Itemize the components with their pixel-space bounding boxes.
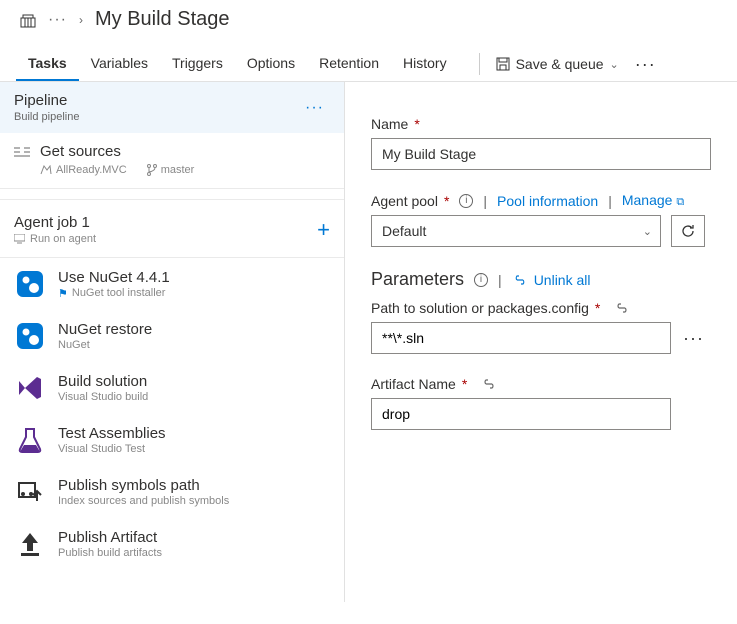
chevron-down-icon: ⌄ — [643, 225, 652, 238]
tab-variables[interactable]: Variables — [79, 47, 160, 81]
tab-tasks[interactable]: Tasks — [16, 47, 79, 81]
page-title: My Build Stage — [95, 8, 230, 31]
unlink-all-link[interactable]: Unlink all — [512, 272, 591, 288]
agent-job-subtitle: Run on agent — [14, 233, 96, 245]
refresh-pool-button[interactable] — [671, 215, 705, 247]
save-and-queue-button[interactable]: Save & queue ⌄ — [494, 52, 621, 76]
test-flask-icon — [14, 424, 46, 456]
publish-artifact-icon — [14, 528, 46, 560]
pipeline-node-title: Pipeline — [14, 92, 79, 109]
tabs-bar: Tasks Variables Triggers Options Retenti… — [0, 47, 737, 82]
task-subtitle: NuGet — [58, 339, 152, 351]
task-title: Publish Artifact — [58, 529, 162, 546]
visual-studio-icon — [14, 372, 46, 404]
link-icon — [481, 379, 497, 389]
solution-path-input[interactable] — [371, 322, 671, 354]
info-icon[interactable]: i — [459, 194, 473, 208]
breadcrumb-ellipsis[interactable]: ··· — [48, 11, 67, 29]
name-input[interactable] — [371, 138, 711, 170]
task-test-assemblies[interactable]: Test Assemblies Visual Studio Test — [0, 414, 344, 466]
task-title: NuGet restore — [58, 321, 152, 338]
task-nuget-restore[interactable]: NuGet restore NuGet — [0, 310, 344, 362]
sources-icon — [14, 146, 30, 158]
external-link-icon: ⧉ — [676, 196, 684, 208]
get-sources-node[interactable]: Get sources AllReady.MVC master — [0, 133, 344, 189]
tab-options[interactable]: Options — [235, 47, 307, 81]
pipeline-tree: Pipeline Build pipeline ··· Get sources … — [0, 82, 345, 602]
agent-pool-label: Agent pool* — [371, 193, 449, 209]
tab-history[interactable]: History — [391, 47, 459, 81]
task-title: Publish symbols path — [58, 477, 229, 494]
more-actions-button[interactable]: ··· — [635, 54, 656, 75]
agent-job-title: Agent job 1 — [14, 214, 96, 231]
pool-information-link[interactable]: Pool information — [497, 193, 598, 209]
task-subtitle: Visual Studio build — [58, 391, 148, 403]
manage-link[interactable]: Manage ⧉ — [622, 192, 684, 209]
properties-pane: Name* Agent pool* i | Pool information |… — [345, 82, 737, 602]
project-icon — [20, 12, 36, 28]
divider — [479, 53, 480, 75]
add-task-button[interactable]: + — [317, 219, 330, 241]
get-sources-title: Get sources — [40, 143, 121, 160]
task-subtitle: Publish build artifacts — [58, 547, 162, 559]
pipeline-more-button[interactable]: ··· — [299, 99, 330, 117]
agent-pool-select[interactable]: Default ⌄ — [371, 215, 661, 247]
path-label: Path to solution or packages.config* — [371, 300, 717, 316]
link-icon — [614, 303, 630, 313]
save-icon — [496, 57, 510, 71]
agent-job-node[interactable]: Agent job 1 Run on agent + — [0, 199, 344, 258]
task-title: Build solution — [58, 373, 148, 390]
task-use-nuget[interactable]: Use NuGet 4.4.1 ⚑ NuGet tool installer — [0, 258, 344, 310]
branch-badge: master — [147, 164, 195, 176]
tabs: Tasks Variables Triggers Options Retenti… — [16, 47, 459, 81]
nuget-icon — [14, 320, 46, 352]
task-subtitle: Index sources and publish symbols — [58, 495, 229, 507]
name-label: Name* — [371, 116, 717, 132]
artifact-name-label: Artifact Name* — [371, 376, 717, 392]
info-icon[interactable]: i — [474, 273, 488, 287]
chevron-down-icon: ⌄ — [610, 58, 619, 71]
save-label: Save & queue — [516, 56, 604, 72]
publish-symbols-icon — [14, 476, 46, 508]
task-subtitle: Visual Studio Test — [58, 443, 166, 455]
task-publish-artifact[interactable]: Publish Artifact Publish build artifacts — [0, 518, 344, 570]
task-title: Test Assemblies — [58, 425, 166, 442]
task-build-solution[interactable]: Build solution Visual Studio build — [0, 362, 344, 414]
tab-retention[interactable]: Retention — [307, 47, 391, 81]
repo-badge: AllReady.MVC — [40, 164, 127, 176]
browse-button[interactable]: ··· — [681, 328, 706, 349]
nuget-icon — [14, 268, 46, 300]
chevron-right-icon: › — [79, 13, 83, 27]
task-publish-symbols[interactable]: Publish symbols path Index sources and p… — [0, 466, 344, 518]
task-subtitle: ⚑ NuGet tool installer — [58, 287, 170, 300]
pipeline-node[interactable]: Pipeline Build pipeline ··· — [0, 82, 344, 133]
pipeline-node-subtitle: Build pipeline — [14, 111, 79, 123]
breadcrumb: ··· › My Build Stage — [0, 0, 737, 35]
parameters-heading: Parameters — [371, 269, 464, 290]
artifact-name-input[interactable] — [371, 398, 671, 430]
task-title: Use NuGet 4.4.1 — [58, 269, 170, 286]
flag-icon: ⚑ — [58, 287, 68, 300]
tab-triggers[interactable]: Triggers — [160, 47, 235, 81]
